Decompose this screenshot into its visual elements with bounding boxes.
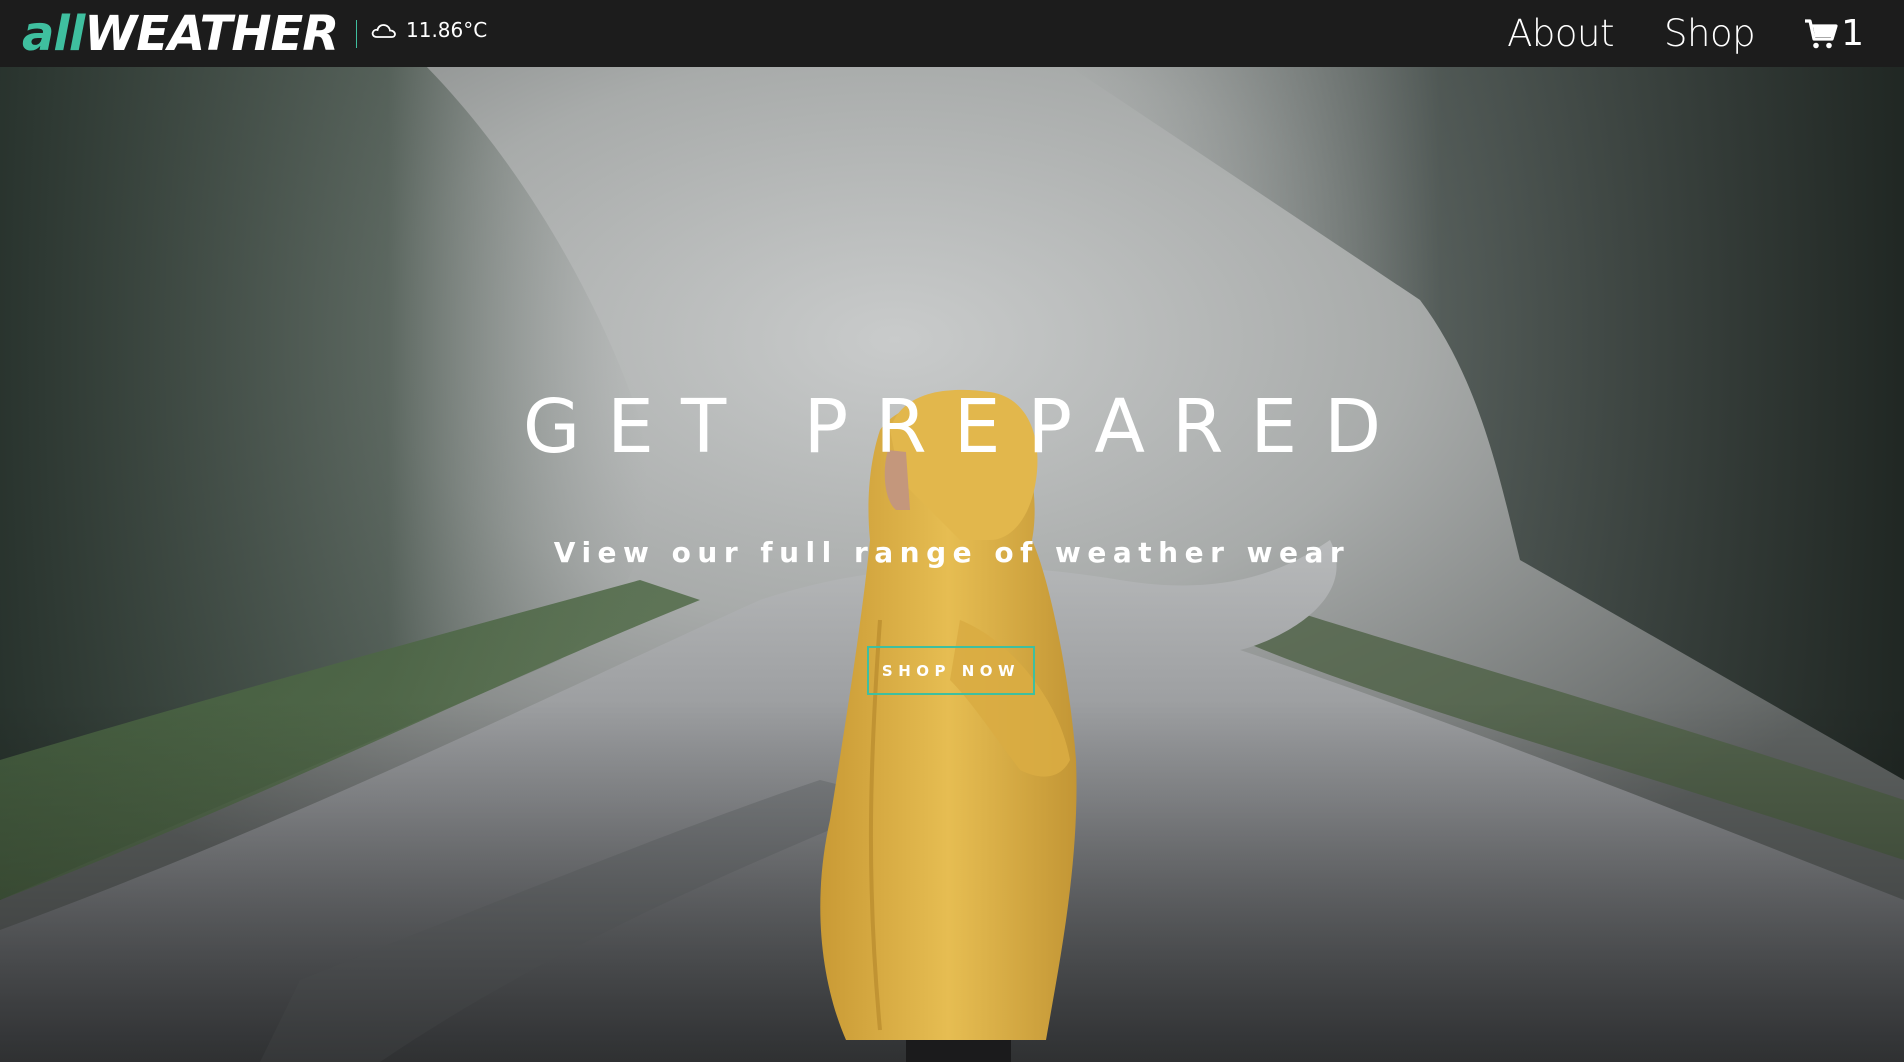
cloud-icon: [371, 24, 396, 38]
weather-widget: 11.86°C: [370, 18, 487, 42]
top-navbar: all WEATHER 11.86°C About Shop 1: [0, 0, 1904, 67]
nav-shop-link[interactable]: Shop: [1664, 12, 1756, 55]
shop-now-button[interactable]: SHOP NOW: [867, 646, 1035, 695]
cart-icon: [1805, 18, 1838, 48]
hero-section: GET PREPARED View our full range of weat…: [0, 0, 1904, 1062]
brand-prefix: all: [22, 6, 85, 62]
cart-count: 1: [1841, 13, 1864, 54]
temperature-value: 11.86°C: [406, 18, 488, 42]
nav-links: About Shop 1: [1457, 0, 1864, 67]
nav-about-link[interactable]: About: [1507, 12, 1614, 55]
cart-button[interactable]: 1: [1803, 13, 1864, 54]
page: all WEATHER 11.86°C About Shop 1 GET PRE…: [0, 0, 1904, 1062]
hero-title: GET PREPARED: [522, 384, 1409, 470]
hero-subtitle: View our full range of weather wear: [553, 536, 1351, 569]
brand-logo[interactable]: all WEATHER: [22, 6, 339, 62]
brand-name: WEATHER: [84, 6, 339, 62]
brand-divider: [356, 20, 357, 48]
